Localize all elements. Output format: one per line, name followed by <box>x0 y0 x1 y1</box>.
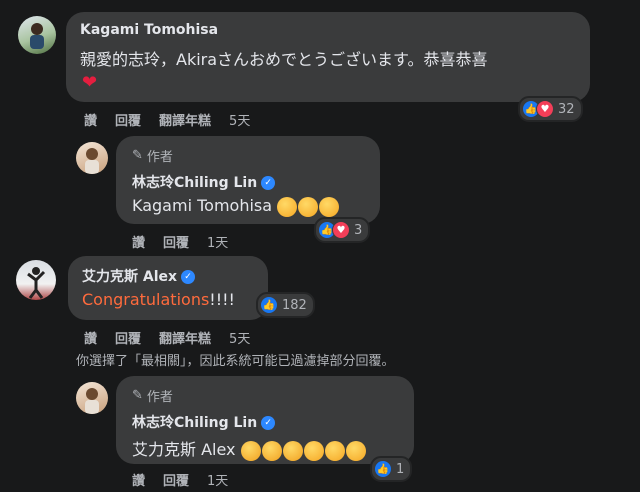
author-tag: ✎ 作者 <box>132 386 173 405</box>
congrats-highlight[interactable]: Congratulations <box>82 290 209 309</box>
smiling-hearts-emoji-icon <box>277 196 298 217</box>
person-icon <box>85 148 99 174</box>
smiling-hearts-emoji-icon <box>324 440 345 461</box>
like-reaction-icon: 👍 <box>260 296 278 314</box>
reply-text: Kagami Tomohisa <box>132 196 340 217</box>
verified-badge-icon: ✓ <box>261 176 276 190</box>
smiling-hearts-emoji-icon <box>298 196 319 217</box>
heart-emoji-icon: ❤ <box>82 72 98 93</box>
comment-author[interactable]: Kagami Tomohisa <box>80 22 218 38</box>
comment-text: 親愛的志玲，Akiraさんおめでとうございます。恭喜恭喜 <box>80 46 487 70</box>
reply-author[interactable]: 林志玲Chiling Lin ✓ <box>132 172 276 192</box>
filter-notice: 你選擇了「最相關」，因此系統可能已過濾掉部分回覆。 <box>76 354 395 369</box>
reply-button[interactable]: 回覆 <box>115 110 141 129</box>
reply-button[interactable]: 回覆 <box>115 328 141 347</box>
reaction-count: 3 <box>354 222 363 238</box>
like-button[interactable]: 讚 <box>132 470 145 489</box>
reply-time[interactable]: 1天 <box>207 470 228 489</box>
crying-emoji-icon <box>282 440 303 461</box>
reply-actions: 讚 回覆 1天 <box>132 232 228 251</box>
love-reaction-icon: ♥ <box>332 221 350 239</box>
reaction-count: 1 <box>396 461 405 477</box>
reply-author-name: 林志玲Chiling Lin <box>132 415 258 431</box>
crying-emoji-icon <box>261 440 282 461</box>
translate-button[interactable]: 翻譯年糕 <box>159 328 211 347</box>
translate-button[interactable]: 翻譯年糕 <box>159 110 211 129</box>
avatar-chiling[interactable] <box>76 142 108 174</box>
reaction-summary[interactable]: 👍 ♥ 3 <box>314 217 371 243</box>
comment-text-suffix: !!!! <box>209 290 235 309</box>
reply-author[interactable]: 林志玲Chiling Lin ✓ <box>132 412 276 432</box>
comment-actions: 讚 回覆 翻譯年糕 5天 <box>84 110 250 129</box>
comment-text: Congratulations!!!! <box>82 290 235 309</box>
verified-badge-icon: ✓ <box>261 416 276 430</box>
mention-link[interactable]: 艾力克斯 Alex <box>132 440 236 459</box>
reaction-count: 182 <box>282 297 307 313</box>
reply-author-name: 林志玲Chiling Lin <box>132 175 258 191</box>
reaction-summary[interactable]: 👍 182 <box>256 292 315 318</box>
love-reaction-icon: ♥ <box>536 100 554 118</box>
crying-emoji-icon <box>240 440 261 461</box>
reply-time[interactable]: 1天 <box>207 232 228 251</box>
comment-author-name: 艾力克斯 Alex <box>82 269 178 285</box>
like-button[interactable]: 讚 <box>132 232 145 251</box>
avatar-kagami[interactable] <box>18 16 56 54</box>
mention-link[interactable]: Kagami Tomohisa <box>132 196 272 215</box>
smiling-hearts-emoji-icon <box>319 196 340 217</box>
reply-text: 艾力克斯 Alex <box>132 436 367 461</box>
smiling-hearts-emoji-icon <box>303 440 324 461</box>
comment-author[interactable]: 艾力克斯 Alex ✓ <box>82 266 196 286</box>
reply-button[interactable]: 回覆 <box>163 232 189 251</box>
comment-time[interactable]: 5天 <box>229 328 250 347</box>
pencil-icon: ✎ <box>132 148 143 163</box>
avatar-alex[interactable] <box>16 260 56 300</box>
comment-actions: 讚 回覆 翻譯年糕 5天 <box>84 328 250 347</box>
person-icon <box>85 388 99 414</box>
avatar-chiling[interactable] <box>76 382 108 414</box>
like-reaction-icon: 👍 <box>374 460 392 478</box>
author-tag-label: 作者 <box>146 150 173 165</box>
reply-button[interactable]: 回覆 <box>163 470 189 489</box>
comment-text-body: 親愛的志玲，Akiraさんおめでとうございます。恭喜恭喜 <box>80 50 488 69</box>
verified-badge-icon: ✓ <box>181 270 196 284</box>
person-icon <box>27 267 46 299</box>
pencil-icon: ✎ <box>132 388 143 403</box>
reply-actions: 讚 回覆 1天 <box>132 470 228 489</box>
reaction-count: 32 <box>558 101 575 117</box>
like-button[interactable]: 讚 <box>84 328 97 347</box>
author-tag-label: 作者 <box>146 390 173 405</box>
smiling-hearts-emoji-icon <box>345 440 366 461</box>
comment-time[interactable]: 5天 <box>229 110 250 129</box>
person-icon <box>30 23 44 49</box>
reaction-summary[interactable]: 👍 ♥ 32 <box>518 96 583 122</box>
like-button[interactable]: 讚 <box>84 110 97 129</box>
author-tag: ✎ 作者 <box>132 146 173 165</box>
reaction-summary[interactable]: 👍 1 <box>370 456 413 482</box>
